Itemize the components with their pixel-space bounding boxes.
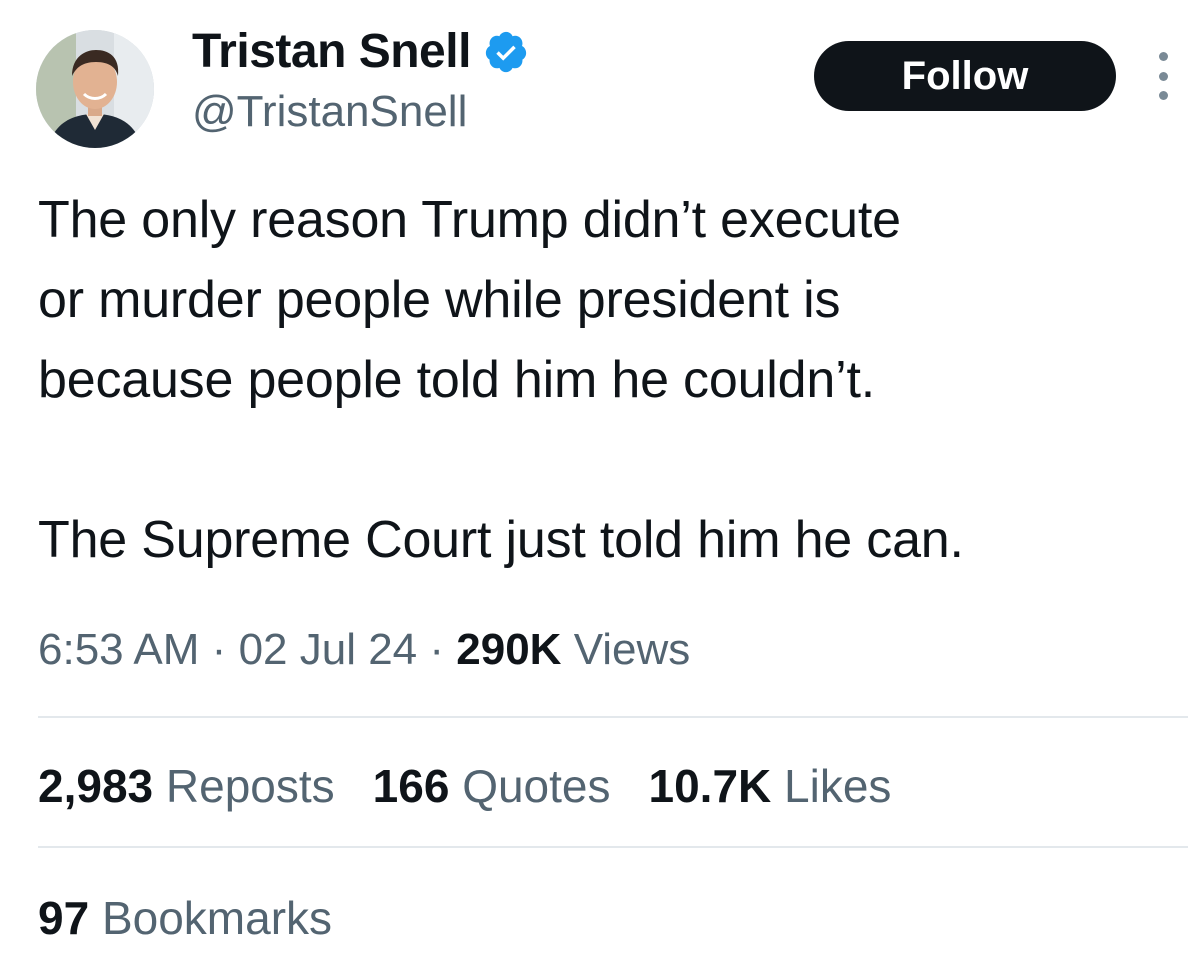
- bookmarks-count: 97: [38, 892, 90, 944]
- author-handle[interactable]: @TristanSnell: [192, 90, 467, 134]
- views-label: Views: [573, 625, 691, 674]
- tweet-paragraph: The only reason Trump didn’t execute or …: [38, 191, 901, 409]
- engagement-stats: 2,983 Reposts 166 Quotes 10.7K Likes: [38, 756, 929, 816]
- likes-count: 10.7K: [648, 760, 772, 812]
- likes-stat[interactable]: 10.7K Likes: [649, 756, 892, 816]
- avatar[interactable]: [36, 30, 154, 148]
- meta-separator: ·: [429, 625, 445, 674]
- tweet-time[interactable]: 6:53 AM: [38, 625, 199, 674]
- tweet-meta: 6:53 AM · 02 Jul 24 · 290K Views: [38, 620, 690, 680]
- verified-badge-icon: [483, 29, 529, 75]
- more-dot: [1158, 52, 1168, 61]
- bookmarks-label: Bookmarks: [101, 892, 333, 944]
- likes-label: Likes: [784, 760, 892, 812]
- author-name-row: Tristan Snell: [192, 24, 529, 80]
- reposts-count: 2,983: [38, 760, 154, 812]
- author-display-name[interactable]: Tristan Snell: [192, 28, 471, 76]
- quotes-count: 166: [372, 760, 450, 812]
- divider: [38, 716, 1188, 718]
- bookmarks-stat[interactable]: 97 Bookmarks: [38, 888, 332, 948]
- divider: [38, 846, 1188, 848]
- meta-separator: ·: [211, 625, 227, 674]
- avatar-image: [36, 30, 154, 148]
- more-dot: [1158, 71, 1168, 81]
- more-options-icon[interactable]: [1148, 52, 1178, 100]
- tweet-date[interactable]: 02 Jul 24: [239, 625, 418, 674]
- reposts-stat[interactable]: 2,983 Reposts: [38, 756, 335, 816]
- quotes-label: Quotes: [462, 760, 611, 812]
- more-dot: [1158, 91, 1168, 100]
- reposts-label: Reposts: [165, 760, 335, 812]
- views-count: 290K: [456, 625, 562, 674]
- follow-button[interactable]: Follow: [814, 41, 1116, 111]
- tweet-text: The only reason Trump didn’t execute or …: [38, 180, 1188, 580]
- tweet-paragraph: The Supreme Court just told him he can.: [38, 511, 964, 569]
- quotes-stat[interactable]: 166 Quotes: [373, 756, 611, 816]
